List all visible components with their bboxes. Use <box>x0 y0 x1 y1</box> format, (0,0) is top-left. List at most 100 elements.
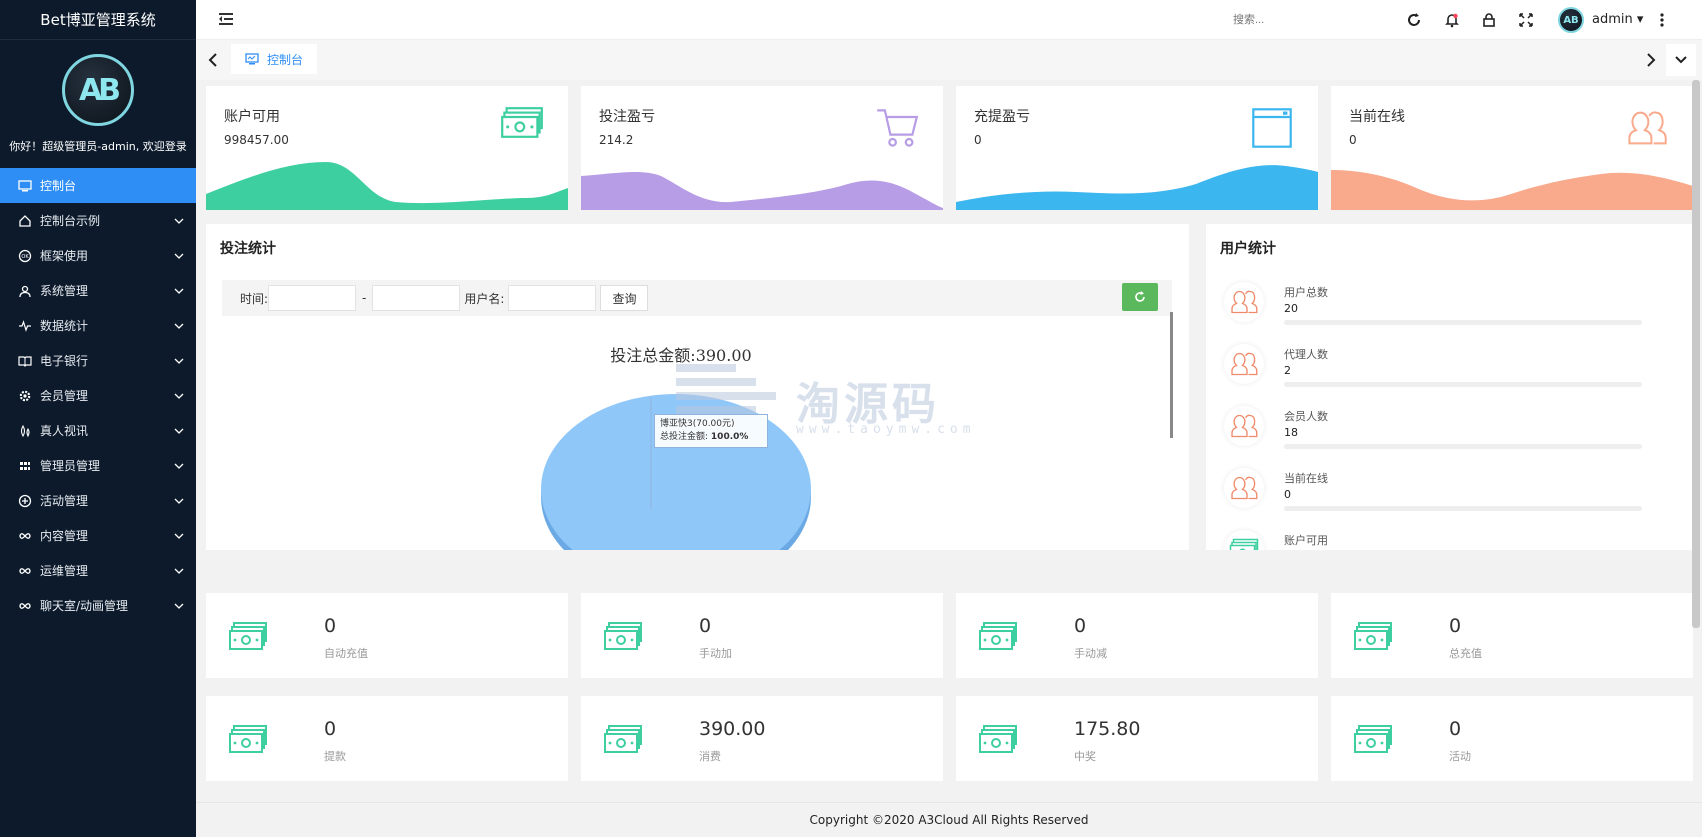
username-input[interactable] <box>508 285 597 311</box>
sidebar-item-label: 系统管理 <box>40 284 89 298</box>
mini-stat-value: 0 <box>1449 718 1462 740</box>
sidebar-item-3[interactable]: 系统管理 <box>0 273 196 308</box>
sidebar-item-8[interactable]: 管理员管理 <box>0 448 196 483</box>
stat-title: 当前在线 <box>1349 109 1405 125</box>
mini-stat-card: 0 自动充值 <box>206 593 568 678</box>
end-date-input[interactable] <box>372 285 461 311</box>
mini-stat-value: 0 <box>699 615 712 637</box>
logo: AB <box>62 54 134 126</box>
stat-icon <box>1250 106 1296 152</box>
mini-stat-value: 0 <box>324 718 337 740</box>
time-label: 时间: <box>240 291 269 306</box>
users-icon <box>1231 476 1258 500</box>
panel-scrollbar[interactable] <box>1170 312 1173 438</box>
sidebar-item-7[interactable]: 真人视讯 <box>0 413 196 448</box>
page-scrollbar[interactable] <box>1692 80 1700 628</box>
sidebar-item-4[interactable]: 数据统计 <box>0 308 196 343</box>
money-icon <box>979 725 1017 753</box>
sidebar-item-5[interactable]: 电子银行 <box>0 343 196 378</box>
panel-title: 投注统计 <box>220 241 276 257</box>
refresh-icon[interactable] <box>1406 12 1422 28</box>
sidebar-item-11[interactable]: 运维管理 <box>0 553 196 588</box>
mini-stat-card: 0 提款 <box>206 696 568 781</box>
money-icon <box>229 725 267 753</box>
mini-stat-value: 0 <box>1449 615 1462 637</box>
infinity-icon <box>18 529 32 543</box>
user-stat-value: 18 <box>1284 426 1298 439</box>
svg-text:OK: OK <box>21 254 29 260</box>
sidebar-item-0[interactable]: 控制台 <box>0 168 196 203</box>
chevron-down-icon <box>174 533 184 539</box>
users-icon <box>1628 111 1667 145</box>
sidebar-item-label: 活动管理 <box>40 494 89 508</box>
sidebar-item-2[interactable]: OK 框架使用 <box>0 238 196 273</box>
stat-title: 投注盈亏 <box>599 109 655 125</box>
mini-stat-label: 手动减 <box>1074 647 1107 660</box>
refresh-button[interactable] <box>1122 283 1158 311</box>
mini-stat-icon <box>603 724 643 756</box>
sidebar-item-1[interactable]: 控制台示例 <box>0 203 196 238</box>
username: admin <box>1592 12 1633 27</box>
lock-icon[interactable] <box>1481 12 1497 28</box>
money-icon <box>1229 538 1259 550</box>
tab-dashboard[interactable]: 控制台 <box>231 44 318 74</box>
mini-stat-icon <box>978 724 1018 756</box>
avatar[interactable]: AB <box>1558 7 1584 33</box>
user-stat-icon <box>1224 282 1264 322</box>
mini-stat-label: 中奖 <box>1074 750 1096 763</box>
mini-stat-icon <box>603 621 643 653</box>
username-label: 用户名: <box>464 291 505 306</box>
mini-stat-value: 0 <box>324 615 337 637</box>
money-icon <box>604 622 642 650</box>
user-stat-label: 代理人数 <box>1284 348 1328 361</box>
refresh-icon <box>1135 291 1145 302</box>
tooltip-percent: 100.0% <box>710 432 749 442</box>
mini-stat-card: 0 总充值 <box>1331 593 1693 678</box>
sidebar-item-6[interactable]: 会员管理 <box>0 378 196 413</box>
stat-icon <box>500 106 546 152</box>
tabs-dropdown[interactable] <box>1666 44 1696 76</box>
stat-title: 充提盈亏 <box>974 109 1030 125</box>
start-date-input[interactable] <box>268 285 357 311</box>
sidebar-menu: 控制台 控制台示例 OK 框架使用 系统管理 数据统计 电子银行 会员管理 真人… <box>0 168 196 623</box>
sidebar-item-10[interactable]: 内容管理 <box>0 518 196 553</box>
welcome-text: 你好！超级管理员-admin, 欢迎登录 <box>9 140 187 153</box>
monitor-icon <box>18 179 32 193</box>
sidebar-item-9[interactable]: 活动管理 <box>0 483 196 518</box>
fullscreen-icon[interactable] <box>1518 12 1534 28</box>
logo-text: AB <box>78 72 121 108</box>
date-separator: - <box>362 291 367 305</box>
mini-stat-label: 自动充值 <box>324 647 368 660</box>
more-vertical-icon[interactable] <box>1654 12 1670 28</box>
user-stat-bar <box>1284 506 1642 511</box>
stat-icon <box>875 106 921 152</box>
chevron-down-icon <box>174 568 184 574</box>
user-stat-bar <box>1284 444 1642 449</box>
menu-toggle-icon[interactable] <box>218 11 234 27</box>
user-stat-value: 2 <box>1284 364 1291 377</box>
user-stat-bar <box>1284 382 1642 387</box>
chevron-down-icon <box>174 253 184 259</box>
sidebar-item-label: 运维管理 <box>40 564 89 578</box>
stat-wave <box>956 165 1318 210</box>
user-icon <box>18 284 32 298</box>
filter-bar: 时间: - 用户名: 查询 <box>222 280 1172 316</box>
chevron-down-icon <box>174 603 184 609</box>
sidebar-item-12[interactable]: 聊天室/动画管理 <box>0 588 196 623</box>
chevron-right-icon[interactable] <box>1644 52 1658 68</box>
user-stat-bar <box>1284 320 1642 325</box>
mini-stat-card: 0 手动加 <box>581 593 943 678</box>
sidebar-item-label: 聊天室/动画管理 <box>40 599 129 613</box>
sidebar-item-label: 管理员管理 <box>40 459 101 473</box>
bell-icon[interactable] <box>1444 12 1460 28</box>
search-input[interactable] <box>1233 8 1363 32</box>
mini-stat-label: 消费 <box>699 750 721 763</box>
monitor-icon <box>245 53 259 65</box>
query-button[interactable]: 查询 <box>600 285 649 311</box>
username-dropdown[interactable]: admin ▾ <box>1592 12 1643 27</box>
user-stat-icon <box>1224 344 1264 384</box>
watermark-url: www.taoymw.com <box>796 422 976 437</box>
drop-icon <box>18 424 32 438</box>
brand-title: Bet博亚管理系统 <box>0 0 196 40</box>
chevron-left-icon[interactable] <box>206 52 220 68</box>
